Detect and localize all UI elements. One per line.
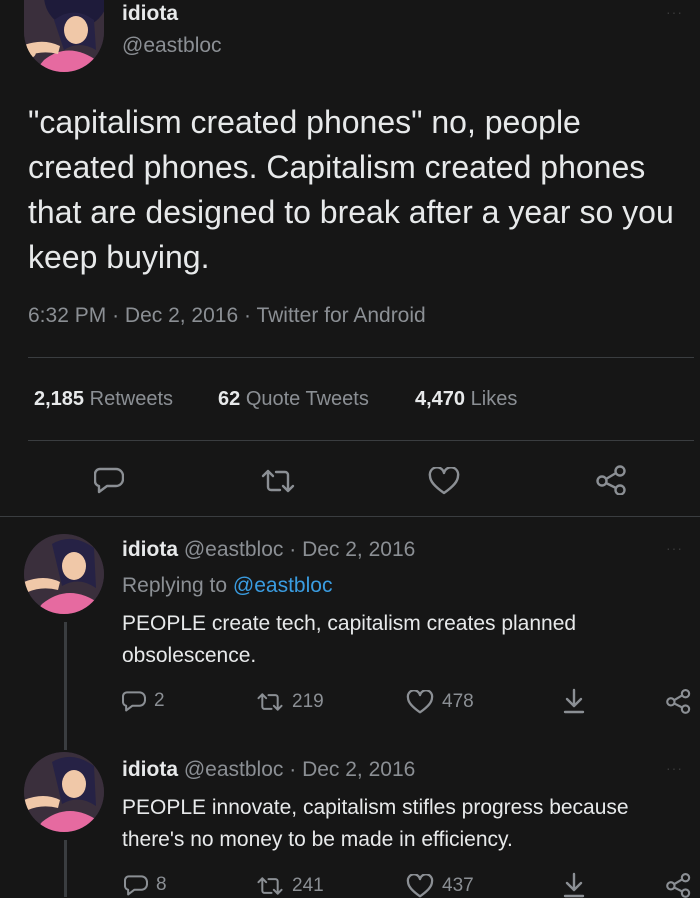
reply-date[interactable]: Dec 2, 2016 [302, 538, 415, 561]
like-count: 437 [442, 875, 474, 896]
reply-text: PEOPLE innovate, capitalism stifles prog… [122, 796, 629, 851]
likes-stat[interactable]: 4,470 Likes [415, 388, 517, 411]
retweet-button[interactable] [260, 468, 296, 494]
likes-count: 4,470 [415, 388, 466, 410]
reply-header: idiota @eastbloc · Dec 2, 2016 [122, 758, 415, 782]
replying-label: Replying to [122, 574, 228, 597]
handle[interactable]: @eastbloc [184, 758, 284, 781]
display-name[interactable]: idiota [122, 758, 178, 781]
avatar[interactable] [24, 752, 104, 832]
handle[interactable]: @eastbloc [122, 34, 222, 58]
retweet-button[interactable]: 241 [256, 875, 324, 897]
download-icon [563, 688, 585, 714]
divider [28, 440, 694, 441]
retweet-icon [257, 877, 283, 895]
retweets-label: Retweets [89, 388, 173, 410]
like-icon [428, 467, 460, 495]
avatar[interactable] [24, 534, 104, 614]
retweets-count: 2,185 [34, 388, 85, 410]
more-icon[interactable]: ··· [666, 4, 683, 20]
reply-button[interactable]: 8 [124, 874, 167, 896]
like-button[interactable]: 478 [406, 690, 474, 714]
meta-sep: · [289, 538, 297, 561]
thread-line [64, 840, 67, 897]
retweet-count: 241 [292, 875, 324, 896]
share-icon [666, 872, 691, 898]
quotes-count: 62 [218, 388, 241, 410]
share-button[interactable] [596, 465, 628, 495]
share-icon [666, 688, 691, 714]
retweet-count: 219 [292, 691, 324, 712]
retweet-icon [257, 693, 283, 711]
tweet-date[interactable]: Dec 2, 2016 [125, 304, 238, 327]
reply-button[interactable]: 2 [122, 690, 165, 712]
quotes-stat[interactable]: 62 Quote Tweets [218, 388, 369, 411]
download-icon [563, 872, 585, 898]
reply-count: 8 [156, 874, 167, 895]
tweet-text: "capitalism created phones" no, people c… [28, 104, 674, 275]
share-icon [596, 465, 626, 495]
like-icon [406, 874, 434, 898]
like-button[interactable]: 437 [406, 874, 474, 898]
reply-icon [94, 467, 124, 494]
reply-button[interactable] [94, 466, 124, 494]
display-name[interactable]: idiota [122, 2, 178, 26]
meta-sep: · [289, 758, 297, 781]
reply-count: 2 [154, 690, 165, 711]
reply-header: idiota @eastbloc · Dec 2, 2016 [122, 538, 415, 562]
reply-icon [122, 691, 146, 712]
download-button[interactable] [562, 872, 586, 898]
divider [28, 357, 694, 358]
retweet-button[interactable]: 219 [256, 691, 324, 713]
divider [0, 516, 700, 517]
tweet-source[interactable]: Twitter for Android [256, 304, 425, 327]
meta-sep: · [244, 304, 251, 327]
more-icon[interactable]: ··· [666, 540, 683, 556]
avatar[interactable] [24, 0, 104, 72]
tweet-time: 6:32 PM [28, 304, 107, 327]
download-button[interactable] [562, 688, 586, 714]
thread-line [64, 622, 67, 750]
likes-label: Likes [470, 388, 518, 410]
reply-icon [124, 875, 148, 896]
reply-date[interactable]: Dec 2, 2016 [302, 758, 415, 781]
share-button[interactable] [666, 872, 692, 898]
tweet-meta: 6:32 PM · Dec 2, 2016 · Twitter for Andr… [28, 304, 426, 328]
retweets-stat[interactable]: 2,185 Retweets [34, 388, 173, 411]
like-button[interactable] [428, 467, 460, 495]
meta-sep: · [112, 304, 120, 327]
share-button[interactable] [666, 688, 692, 714]
like-count: 478 [442, 691, 474, 712]
replying-to: Replying to @eastbloc [122, 574, 332, 598]
reply-text: PEOPLE create tech, capitalism creates p… [122, 612, 577, 667]
quotes-label: Quote Tweets [245, 388, 369, 410]
retweet-icon [261, 469, 295, 493]
display-name[interactable]: idiota [122, 538, 178, 561]
more-icon[interactable]: ··· [666, 760, 683, 776]
handle[interactable]: @eastbloc [184, 538, 284, 561]
like-icon [406, 690, 434, 714]
mention-link[interactable]: @eastbloc [233, 574, 333, 597]
